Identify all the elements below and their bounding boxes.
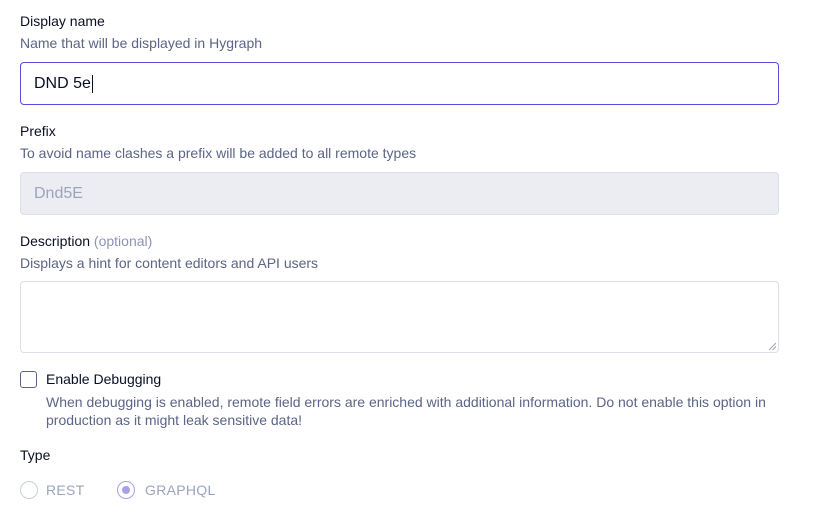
- radio-rest[interactable]: [20, 481, 38, 499]
- enable-debugging-description: When debugging is enabled, remote field …: [46, 394, 766, 428]
- description-label-text: Description: [20, 233, 91, 249]
- text-caret: [91, 74, 93, 93]
- display-name-value: DND 5e: [34, 74, 91, 92]
- prefix-value: Dnd5E: [34, 184, 83, 202]
- resize-handle-icon[interactable]: [768, 342, 776, 350]
- prefix-hint: To avoid name clashes a prefix will be a…: [20, 145, 417, 161]
- display-name-label: Display name: [20, 13, 105, 29]
- radio-graphql-label[interactable]: GRAPHQL: [145, 482, 216, 498]
- radio-rest-label[interactable]: REST: [46, 482, 85, 498]
- radio-graphql[interactable]: [117, 481, 135, 499]
- prefix-input: Dnd5E: [20, 172, 779, 215]
- radio-selected-dot: [121, 485, 130, 494]
- description-textarea[interactable]: [20, 281, 779, 353]
- description-hint: Displays a hint for content editors and …: [20, 255, 319, 271]
- prefix-label: Prefix: [20, 123, 56, 139]
- display-name-input[interactable]: DND 5e: [20, 62, 779, 105]
- enable-debugging-checkbox[interactable]: [20, 371, 37, 388]
- display-name-hint: Name that will be displayed in Hygraph: [20, 35, 263, 51]
- description-label: Description (optional): [20, 232, 152, 250]
- optional-tag: (optional): [93, 233, 153, 249]
- enable-debugging-label[interactable]: Enable Debugging: [46, 371, 161, 387]
- type-label: Type: [20, 447, 51, 463]
